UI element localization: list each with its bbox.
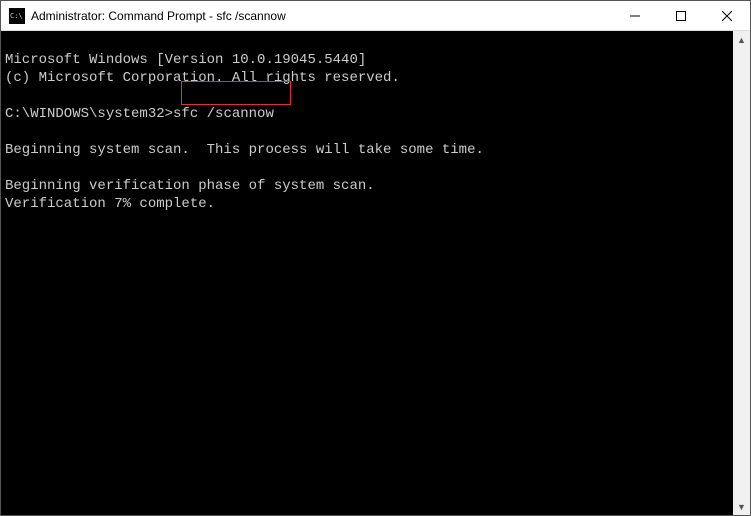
output-line: Verification 7% complete.	[5, 196, 215, 212]
cmd-icon	[9, 8, 25, 24]
console-output[interactable]: Microsoft Windows [Version 10.0.19045.54…	[1, 31, 733, 515]
prompt-command: sfc /scannow	[173, 106, 274, 122]
output-line: Beginning system scan. This process will…	[5, 142, 484, 158]
output-line: Microsoft Windows [Version 10.0.19045.54…	[5, 52, 366, 68]
window-titlebar: Administrator: Command Prompt - sfc /sca…	[1, 1, 750, 31]
prompt-line: C:\WINDOWS\system32>sfc /scannow	[5, 106, 274, 122]
window-controls	[612, 1, 750, 30]
window-title: Administrator: Command Prompt - sfc /sca…	[31, 9, 612, 23]
minimize-button[interactable]	[612, 1, 658, 30]
maximize-button[interactable]	[658, 1, 704, 30]
output-line: Beginning verification phase of system s…	[5, 178, 375, 194]
vertical-scrollbar[interactable]: ▲ ▼	[733, 31, 750, 515]
scroll-up-arrow[interactable]: ▲	[733, 31, 750, 48]
close-button[interactable]	[704, 1, 750, 30]
prompt-path: C:\WINDOWS\system32>	[5, 106, 173, 122]
output-line: (c) Microsoft Corporation. All rights re…	[5, 70, 400, 86]
scroll-down-arrow[interactable]: ▼	[733, 498, 750, 515]
console-area: Microsoft Windows [Version 10.0.19045.54…	[1, 31, 750, 515]
